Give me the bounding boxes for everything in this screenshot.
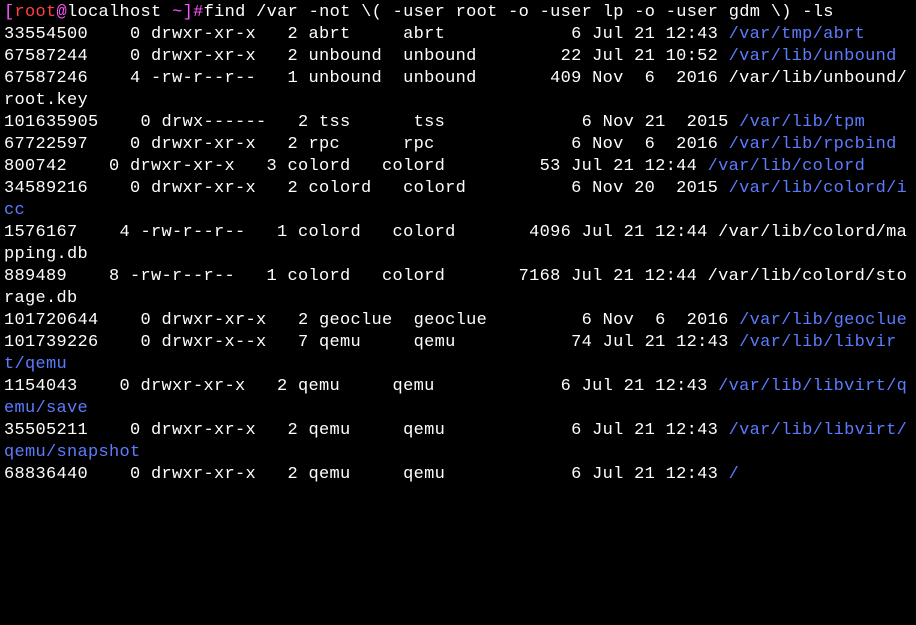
- path-segment: /var/lib/tpm: [739, 113, 865, 132]
- output-line: 101720644 0 drwxr-xr-x 2 geoclue geoclue…: [4, 311, 907, 330]
- output-line: 101739226 0 drwxr-x--x 7 qemu qemu 74 Ju…: [4, 333, 897, 374]
- output-line: 1154043 0 drwxr-xr-x 2 qemu qemu 6 Jul 2…: [4, 377, 907, 418]
- output-line: 67587246 4 -rw-r--r-- 1 unbound unbound …: [4, 69, 907, 110]
- output-line: 34589216 0 drwxr-xr-x 2 colord colord 6 …: [4, 179, 907, 220]
- output-line: 67587244 0 drwxr-xr-x 2 unbound unbound …: [4, 47, 897, 66]
- output-line: 68836440 0 drwxr-xr-x 2 qemu qemu 6 Jul …: [4, 465, 739, 484]
- path-segment: /: [729, 465, 740, 484]
- path-segment: /var/tmp/abrt: [729, 25, 866, 44]
- prompt-space: [162, 3, 173, 22]
- prompt-close: ]: [183, 3, 194, 22]
- output-line: 33554500 0 drwxr-xr-x 2 abrt abrt 6 Jul …: [4, 25, 865, 44]
- output-line: 67722597 0 drwxr-xr-x 2 rpc rpc 6 Nov 6 …: [4, 135, 897, 154]
- command-text[interactable]: find /var -not \( -user root -o -user lp…: [204, 3, 834, 22]
- path-segment: /var/lib/colord: [708, 157, 866, 176]
- prompt-user: root: [15, 3, 57, 22]
- terminal-window[interactable]: [root@localhost ~]#find /var -not \( -us…: [0, 0, 916, 488]
- prompt-at: @: [57, 3, 68, 22]
- path-segment: /var/lib/geoclue: [739, 311, 907, 330]
- output-line: 1576167 4 -rw-r--r-- 1 colord colord 409…: [4, 223, 907, 264]
- prompt-open: [: [4, 3, 15, 22]
- path-segment: /var/lib/unbound: [729, 47, 897, 66]
- path-segment: /var/lib/rpcbind: [729, 135, 897, 154]
- prompt-path: ~: [172, 3, 183, 22]
- output-line: 800742 0 drwxr-xr-x 3 colord colord 53 J…: [4, 157, 865, 176]
- output-line: 889489 8 -rw-r--r-- 1 colord colord 7168…: [4, 267, 907, 308]
- output-line: 35505211 0 drwxr-xr-x 2 qemu qemu 6 Jul …: [4, 421, 907, 462]
- output-line: 101635905 0 drwx------ 2 tss tss 6 Nov 2…: [4, 113, 865, 132]
- prompt-host: localhost: [67, 3, 162, 22]
- prompt-hash: #: [193, 3, 204, 22]
